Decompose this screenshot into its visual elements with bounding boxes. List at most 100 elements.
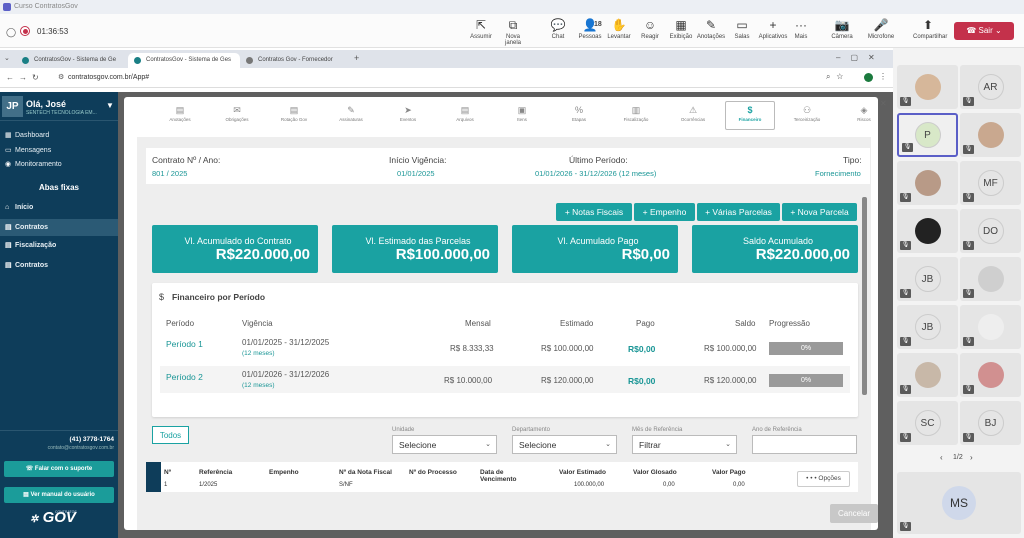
meeting-tool-compartilhar[interactable]: ⬆ Compartilhar [913, 18, 947, 40]
meeting-tool-mais[interactable]: ··· Mais [786, 18, 816, 40]
meeting-tool-label: Nova janela [504, 34, 521, 46]
meeting-tool-assumir[interactable]: ⇱ Assumir [466, 18, 496, 40]
tab-icon: ◈ [860, 105, 868, 115]
dollar-icon: $ [159, 292, 165, 302]
participant-tile[interactable]: JB 🎙 [897, 257, 958, 301]
sidebar-item-contratos-2[interactable]: ▤ Contratos [5, 261, 48, 269]
zoom-star-icons[interactable]: ⌕☆ [826, 72, 849, 82]
sidebar-item-mensagens[interactable]: ▭ Mensagens [5, 146, 51, 154]
cancel-button[interactable]: Cancelar [830, 504, 878, 523]
participant-tile[interactable]: BJ 🎙 [960, 401, 1021, 445]
meeting-tool-levantar[interactable]: ✋ Levantar [604, 18, 634, 40]
window-controls[interactable]: –▢✕ [836, 53, 885, 62]
support-button[interactable]: ☏ Falar com o suporte [4, 461, 114, 477]
page-prev-icon[interactable]: ‹ [940, 453, 943, 462]
notas-fiscais-button[interactable]: + Notas Fiscais [556, 203, 632, 221]
meeting-tool-microfone[interactable]: 🎤 Microfone [866, 18, 896, 40]
meeting-tool-reagir[interactable]: ☺ Reagir [635, 18, 665, 40]
new-tab-button[interactable]: + [354, 53, 359, 63]
caret-down-icon[interactable]: ▼ [106, 101, 114, 110]
departamento-select[interactable]: Selecione ⌄ [512, 435, 617, 454]
td-valor-pago: 0,00 [733, 482, 745, 488]
site-info-icon[interactable]: ⚙ [58, 73, 64, 81]
participant-tile[interactable]: MF 🎙 [960, 161, 1021, 205]
tab-etapas[interactable]: % Etapas [554, 104, 604, 122]
participant-tile[interactable]: P 🎙 [897, 113, 958, 157]
support-email[interactable]: contato@contratosgov.com.br [0, 445, 114, 451]
participant-tile[interactable]: 🎙 [897, 161, 958, 205]
browser-tab-1[interactable]: ContratosGov - Sistema de Ge [16, 53, 128, 68]
varias-parcelas-button[interactable]: + Várias Parcelas [697, 203, 780, 221]
sidebar-item-dashboard[interactable]: ▦ Dashboard [5, 131, 49, 139]
meeting-tool-pessoas[interactable]: 👤 18 Pessoas [575, 18, 605, 40]
browser-tab-3[interactable]: Contratos Gov - Fornecedor [240, 53, 352, 68]
meeting-tool-anotações[interactable]: ✎ Anotações [696, 18, 726, 40]
ano-input[interactable] [752, 435, 857, 454]
mensal-cell: R$ 8.333,33 [450, 344, 494, 353]
tab-itens[interactable]: ▣ Itens [497, 104, 547, 122]
pago-cell[interactable]: R$0,00 [628, 376, 655, 386]
participant-tile[interactable]: 🎙 [897, 353, 958, 397]
url-text[interactable]: contratosgov.com.br/App# [68, 74, 149, 81]
mes-select[interactable]: Filtrar ⌄ [632, 435, 737, 454]
tab-arquivos[interactable]: ▤ Arquivos [440, 104, 490, 122]
tab-terceirização[interactable]: ⚇ Terceirização [782, 104, 832, 122]
page-next-icon[interactable]: › [970, 453, 973, 462]
nav-arrows-icon[interactable]: ←→↻ [6, 73, 44, 82]
menu-icon[interactable]: ⋮ [879, 72, 887, 81]
meeting-tool-aplicativos[interactable]: + Aplicativos [758, 18, 788, 40]
mic-off-icon: 🎙 [900, 289, 911, 298]
tab-financeiro[interactable]: $ Financeiro [725, 101, 775, 130]
sidebar-item-contratos[interactable]: ▤ Contratos [5, 223, 48, 231]
participant-tile-large[interactable]: MS 🎙 [897, 472, 1021, 534]
participant-avatar [914, 362, 941, 388]
tab-list-icon[interactable]: ⌄ [4, 54, 10, 62]
participant-tile[interactable]: 🎙 [897, 65, 958, 109]
meeting-tool-exibição[interactable]: ▦ Exibição [666, 18, 696, 40]
participant-tile[interactable]: 🎙 [960, 257, 1021, 301]
participant-tile[interactable]: 🎙 [897, 209, 958, 253]
logo-gear-icon: ✲ [30, 514, 39, 525]
meeting-tool-câmera[interactable]: 📷 Câmera [827, 18, 857, 40]
sidebar-item-fiscalizacao[interactable]: ▤ Fiscalização [5, 241, 56, 249]
meeting-tool-nova-janela[interactable]: ⧉ Nova janela [498, 18, 528, 46]
participant-tile[interactable]: 🎙 [960, 305, 1021, 349]
tab-riscos[interactable]: ◈ Riscos [839, 104, 889, 122]
leave-button[interactable]: ☎ Sair ⌄ [954, 22, 1014, 40]
participant-tile[interactable]: 🎙 [960, 353, 1021, 397]
tab-fiscalização[interactable]: ▥ Fiscalização [611, 104, 661, 122]
periodo-2-link[interactable]: Período 2 [166, 372, 203, 382]
meeting-tool-salas[interactable]: ▭ Salas [727, 18, 757, 40]
participant-tile[interactable]: 🎙 [960, 113, 1021, 157]
empenho-button[interactable]: + Empenho [634, 203, 695, 221]
tab-rotação-gov[interactable]: ▤ Rotação Gov [269, 104, 319, 122]
scrollbar[interactable] [862, 197, 867, 395]
card-acumulado-contrato: Vl. Acumulado do Contrato R$220.000,00 [152, 225, 318, 273]
participant-tile[interactable]: JB 🎙 [897, 305, 958, 349]
sidebar-item-inicio[interactable]: ⌂ Início [5, 204, 33, 211]
mic-off-icon: 🎙 [963, 433, 974, 442]
participant-tile[interactable]: SC 🎙 [897, 401, 958, 445]
tab-assinaturas[interactable]: ✎ Assinaturas [326, 104, 376, 122]
browser-tab-2[interactable]: ContratosGov - Sistema de Ges [128, 53, 240, 68]
user-avatar[interactable]: JP [2, 96, 23, 117]
meeting-tool-label: Exibição [669, 34, 693, 40]
todos-button[interactable]: Todos [152, 426, 189, 444]
tab-obrigações[interactable]: ✉ Obrigações [212, 104, 262, 122]
manual-button[interactable]: ▤ Ver manual do usuário [4, 487, 114, 503]
câmera-icon: 📷 [834, 18, 850, 32]
participant-tile[interactable]: DO 🎙 [960, 209, 1021, 253]
profile-avatar[interactable] [864, 73, 873, 82]
tab-anotações[interactable]: ▤ Anotações [155, 104, 205, 122]
sidebar-item-monitoramento[interactable]: ◉ Monitoramento [5, 160, 62, 168]
unidade-select[interactable]: Selecione ⌄ [392, 435, 497, 454]
opcoes-button[interactable]: • • • Opções [797, 471, 850, 487]
participant-tile[interactable]: AR 🎙 [960, 65, 1021, 109]
record-icon[interactable] [20, 26, 30, 36]
meeting-tool-chat[interactable]: 💬 Chat [543, 18, 573, 40]
nova-parcela-button[interactable]: + Nova Parcela [782, 203, 857, 221]
pago-cell[interactable]: R$0,00 [628, 344, 655, 354]
periodo-1-link[interactable]: Período 1 [166, 339, 203, 349]
tab-ocorrências[interactable]: ⚠ Ocorrências [668, 104, 718, 122]
tab-eventos[interactable]: ➤ Eventos [383, 104, 433, 122]
